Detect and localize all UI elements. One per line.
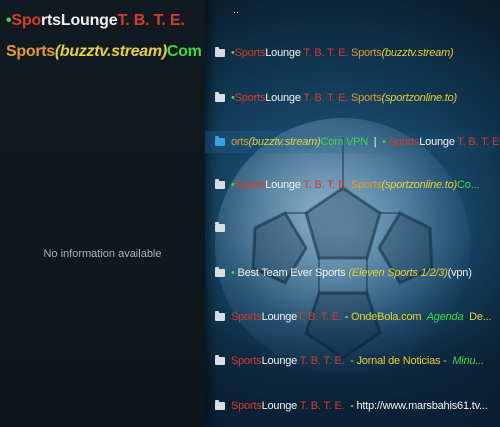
label-segment: Spo (11, 12, 42, 29)
list-item[interactable]: SportsLounge T. B. T. E. - Jornal de Not… (205, 350, 500, 372)
label-segment: T. B. T. E. (297, 400, 348, 412)
label-segment: (buzztv.stream) (54, 43, 167, 60)
label-segment: http://www.marsbahis61.tv... (356, 400, 488, 412)
label-segment: Co... (457, 179, 480, 191)
label-segment: Lounge (261, 311, 298, 323)
folder-icon (215, 136, 225, 146)
list-item-label: orts(buzztv.stream)Com VPN | • SportsLou… (231, 136, 500, 148)
list-item-label: •SportsLounge T. B. T. E. Sports(sportzo… (231, 179, 479, 191)
list-item[interactable]: •SportsLounge T. B. T. E. Sports(sportzo… (205, 174, 500, 196)
label-segment: Sports (6, 43, 55, 60)
label-segment: Sports (234, 179, 266, 191)
label-segment: T. B. T. E. (454, 136, 500, 148)
label-segment: - (341, 311, 351, 323)
list-item[interactable]: •SportsLounge T. B. T. E. Sports(sportzo… (205, 87, 500, 109)
label-segment: (buzztv.stream) (248, 136, 321, 148)
label-segment: Sports (231, 355, 262, 367)
item-title-line-1: •SportsLoungeT. B. T. E. (6, 12, 185, 30)
folder-icon (215, 311, 225, 321)
folder-icon (215, 355, 225, 365)
label-segment: Agenda (421, 311, 470, 323)
label-segment: Sports (234, 47, 266, 59)
list-item-label: SportsLoungeT. B. T. E. - OndeBola.com A… (231, 311, 492, 323)
list-item-label: SportsLounge T. B. T. E. - Jornal de Not… (231, 355, 484, 367)
directory-list: .. •SportsLounge T. B. T. E. Sports(buzz… (205, 0, 500, 427)
label-segment: (vpn) (447, 267, 472, 279)
info-panel: •SportsLoungeT. B. T. E. Sports(buzztv.s… (0, 0, 205, 427)
label-segment: T. B. T. E. (297, 355, 348, 367)
list-item[interactable]: SportsLounge T. B. T. E. - http://www.ma… (205, 395, 500, 417)
label-segment: T. B. T. E. (300, 179, 351, 191)
list-item-label: • Best Team Ever Sports (Eleven Sports 1… (231, 267, 472, 279)
list-item[interactable]: • Best Team Ever Sports (Eleven Sports 1… (205, 262, 500, 284)
label-segment: (sportzonline.to) (381, 92, 458, 104)
no-information-text: No information available (43, 248, 162, 260)
label-segment: (sportzonline.to) (381, 179, 458, 191)
label-segment: T. B. T. E. (117, 12, 185, 29)
label-segment: Sports (350, 47, 382, 59)
folder-icon (215, 222, 225, 232)
label-segment: Lounge (265, 179, 301, 191)
label-segment: OndeBola.com (350, 311, 422, 323)
list-item[interactable]: •SportsLounge T. B. T. E. Sports(buzztv.… (205, 42, 500, 64)
label-segment: Com (166, 43, 202, 60)
label-segment: Best Team Ever Sports (237, 267, 349, 279)
label-segment: Lounge (265, 47, 301, 59)
label-segment: orts (231, 136, 249, 148)
label-segment: Lounge (261, 400, 298, 412)
list-item[interactable] (205, 217, 500, 239)
item-title-line-2: Sports(buzztv.stream)Com (6, 43, 202, 61)
folder-icon (215, 400, 225, 410)
list-item-label: •SportsLounge T. B. T. E. Sports(buzztv.… (231, 47, 454, 59)
folder-icon (215, 47, 225, 57)
label-segment: (Eleven Sports 1/2/3) (348, 267, 448, 279)
label-segment: Minu... (449, 355, 484, 367)
label-segment: rts (41, 12, 61, 29)
label-segment: De... (469, 311, 492, 323)
label-segment: - Jornal de Noticias - (347, 355, 450, 367)
label-segment: Sports (231, 311, 262, 323)
list-item[interactable]: SportsLoungeT. B. T. E. - OndeBola.com A… (205, 306, 500, 328)
label-segment: Com VPN (320, 136, 369, 148)
folder-icon (215, 179, 225, 189)
label-segment: (buzztv.stream) (381, 47, 454, 59)
label-segment: Sports (350, 179, 382, 191)
label-segment: Sports (234, 92, 266, 104)
label-segment: T. B. T. E. (300, 92, 351, 104)
label-segment: Lounge (265, 92, 301, 104)
list-item[interactable]: orts(buzztv.stream)Com VPN | • SportsLou… (205, 131, 500, 153)
label-segment: Sports (350, 92, 382, 104)
label-segment: Sports (388, 136, 420, 148)
label-segment: T. B. T. E. (300, 47, 351, 59)
label-segment: | (368, 136, 383, 148)
label-segment: Lounge (60, 12, 118, 29)
folder-icon (215, 92, 225, 102)
label-segment: Lounge (261, 355, 298, 367)
label-segment: Sports (231, 400, 262, 412)
label-segment: T. B. T. E. (297, 311, 342, 323)
list-item-label: SportsLounge T. B. T. E. - http://www.ma… (231, 400, 488, 412)
folder-icon (215, 267, 225, 277)
list-item-label: •SportsLounge T. B. T. E. Sports(sportzo… (231, 92, 457, 104)
label-segment: Lounge (419, 136, 455, 148)
parent-folder-item[interactable]: .. (233, 4, 239, 16)
